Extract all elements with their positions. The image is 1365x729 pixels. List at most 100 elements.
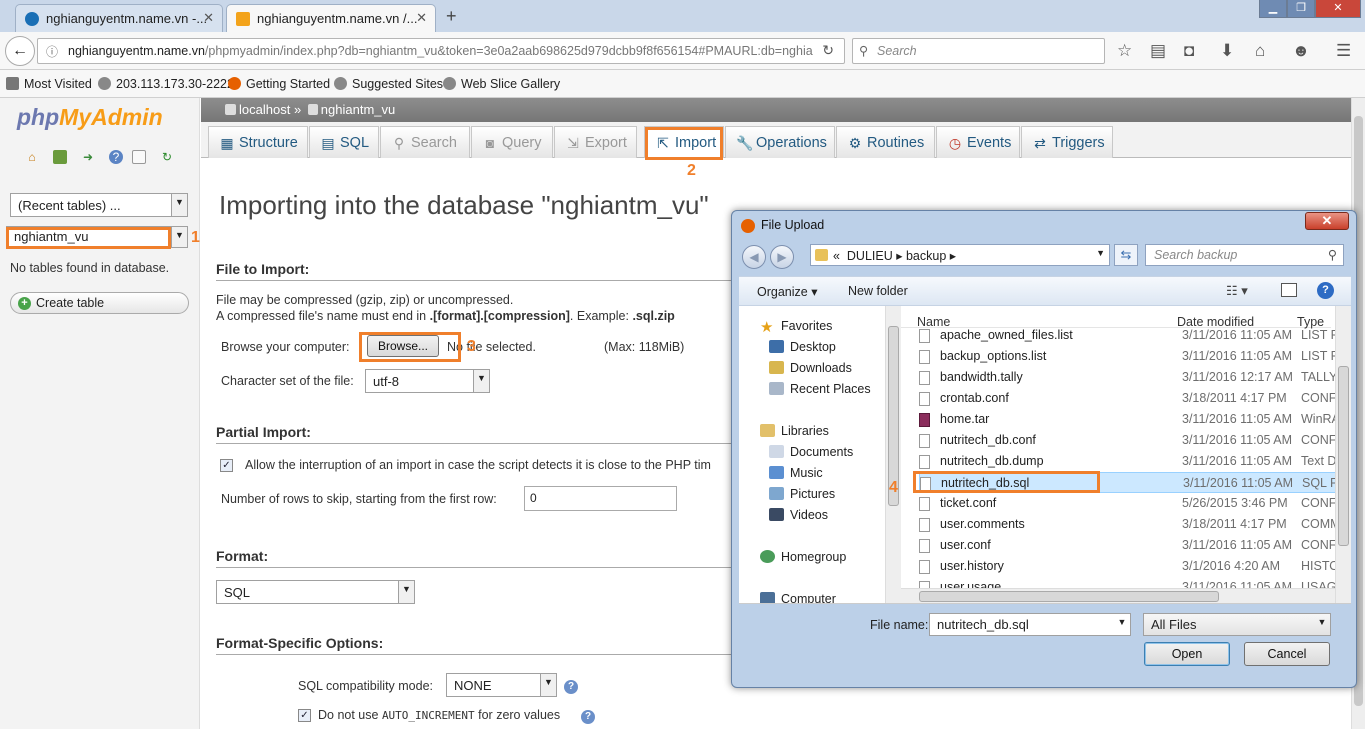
copy-icon[interactable]: [132, 150, 146, 164]
file-row[interactable]: nutritech_db.dump 3/11/2016 11:05 AM Text …: [919, 451, 1339, 472]
bookmark-star-icon[interactable]: ☆: [1117, 41, 1132, 61]
bookmark-web-slice[interactable]: Web Slice Gallery: [443, 77, 560, 91]
preview-pane-icon[interactable]: [1281, 283, 1297, 297]
allow-interrupt-checkbox[interactable]: ✓: [220, 459, 233, 472]
file-hscrollbar-thumb[interactable]: [919, 591, 1219, 602]
skip-rows-input[interactable]: 0: [524, 486, 677, 511]
docs-icon[interactable]: ?: [109, 150, 123, 164]
compat-mode-select[interactable]: NONE ▼: [446, 673, 557, 697]
nav-downloads[interactable]: Downloads: [769, 361, 852, 375]
nav-videos[interactable]: Videos: [769, 508, 828, 522]
nav-computer[interactable]: Computer: [760, 592, 836, 603]
new-folder-button[interactable]: New folder: [848, 284, 908, 298]
nav-music[interactable]: Music: [769, 466, 823, 480]
filetype-select[interactable]: All Files ▼: [1143, 613, 1331, 636]
back-icon[interactable]: ←: [5, 36, 35, 66]
file-scrollbar[interactable]: [1335, 306, 1351, 603]
path-segment-backup[interactable]: backup: [906, 249, 946, 263]
filename-input[interactable]: nutritech_db.sql ▼: [929, 613, 1131, 636]
chevron-down-icon[interactable]: ▼: [1096, 248, 1105, 258]
tab-triggers[interactable]: ⇄ Triggers: [1021, 126, 1113, 158]
file-row[interactable]: ticket.conf 5/26/2015 3:46 PM CONF: [919, 493, 1339, 514]
dialog-refresh-icon[interactable]: ⇆: [1114, 244, 1138, 266]
query-window-icon[interactable]: ➜: [81, 150, 95, 164]
maximize-icon[interactable]: ❐: [1287, 0, 1315, 18]
tab-operations[interactable]: 🔧 Operations: [725, 126, 835, 158]
charset-select[interactable]: utf-8 ▼: [365, 369, 490, 393]
chevron-down-icon[interactable]: ▼: [1114, 614, 1130, 635]
file-row[interactable]: user.conf 3/11/2016 11:05 AM CONF: [919, 535, 1339, 556]
path-segment-dulieu[interactable]: DULIEU: [847, 249, 893, 263]
nav-recent-places[interactable]: Recent Places: [769, 382, 871, 396]
file-row[interactable]: apache_owned_files.list 3/11/2016 11:05 A…: [919, 325, 1339, 346]
dialog-forward-icon[interactable]: ▶: [770, 245, 794, 269]
bookmark-most-visited[interactable]: Most Visited: [6, 77, 92, 91]
file-row[interactable]: home.tar 3/11/2016 11:05 AM WinRA: [919, 409, 1339, 430]
nav-pictures[interactable]: Pictures: [769, 487, 835, 501]
file-row[interactable]: bandwidth.tally 3/11/2016 12:17 AM TALLY: [919, 367, 1339, 388]
file-row[interactable]: crontab.conf 3/18/2011 4:17 PM CONF: [919, 388, 1339, 409]
nav-desktop[interactable]: Desktop: [769, 340, 836, 354]
smiley-icon[interactable]: ☻: [1292, 41, 1310, 61]
window-close-icon[interactable]: ✕: [1315, 0, 1361, 18]
dialog-close-icon[interactable]: ✕: [1305, 212, 1349, 230]
breadcrumb-database[interactable]: nghiantm_vu: [321, 102, 395, 117]
cancel-button[interactable]: Cancel: [1244, 642, 1330, 666]
nav-homegroup[interactable]: Homegroup: [760, 550, 846, 564]
no-auto-increment-checkbox[interactable]: ✓: [298, 709, 311, 722]
nav-documents[interactable]: Documents: [769, 445, 853, 459]
tab-structure[interactable]: ▦ Structure: [208, 126, 308, 158]
file-row[interactable]: user.comments 3/18/2011 4:17 PM COMM: [919, 514, 1339, 535]
exit-icon[interactable]: [53, 150, 67, 164]
nav-scrollbar[interactable]: [885, 306, 901, 603]
browser-search-input[interactable]: ⚲ Search: [852, 38, 1105, 64]
view-options-icon[interactable]: ☷ ▾: [1226, 283, 1248, 299]
reload-icon[interactable]: ↻: [160, 150, 174, 164]
nav-favorites[interactable]: ★ Favorites: [760, 319, 832, 335]
bookmark-suggested-sites[interactable]: Suggested Sites: [334, 77, 443, 91]
nav-libraries[interactable]: Libraries: [760, 424, 829, 438]
help-icon[interactable]: ?: [1317, 282, 1334, 299]
close-icon[interactable]: ✕: [416, 10, 427, 26]
recent-tables-select[interactable]: (Recent tables) ... ▼: [10, 193, 188, 217]
file-row[interactable]: backup_options.list 3/11/2016 11:05 AM LIS…: [919, 346, 1339, 367]
tab-export[interactable]: ⇲ Export: [554, 126, 637, 158]
file-hscrollbar[interactable]: [901, 588, 1335, 603]
close-icon[interactable]: ✕: [203, 10, 214, 26]
menu-icon[interactable]: ☰: [1336, 41, 1351, 61]
reading-list-icon[interactable]: ▤: [1150, 41, 1166, 61]
bookmark-getting-started[interactable]: Getting Started: [228, 77, 330, 91]
new-tab-icon[interactable]: +: [446, 6, 457, 27]
tab-routines[interactable]: ⚙ Routines: [836, 126, 935, 158]
help-icon[interactable]: ?: [564, 680, 578, 694]
browser-tab-2[interactable]: nghianguyentm.name.vn /... ✕: [226, 4, 436, 32]
minimize-icon[interactable]: ▁: [1259, 0, 1287, 18]
tab-query[interactable]: ◙ Query: [471, 126, 553, 158]
file-row[interactable]: nutritech_db.conf 3/11/2016 11:05 AM CONF: [919, 430, 1339, 451]
dialog-address-bar[interactable]: « DULIEU ▸ backup ▸ ▼: [810, 244, 1110, 266]
file-row[interactable]: user.history 3/1/2016 4:20 AM HISTO: [919, 556, 1339, 577]
open-button[interactable]: Open: [1144, 642, 1230, 666]
organize-button[interactable]: Organize ▾: [757, 284, 817, 299]
help-icon[interactable]: ?: [581, 710, 595, 724]
path-overflow[interactable]: «: [833, 249, 840, 263]
reload-icon[interactable]: ↻: [822, 42, 834, 59]
phpmyadmin-logo[interactable]: phpMyAdmin: [17, 104, 163, 131]
browser-tab-1[interactable]: nghianguyentm.name.vn -... ✕: [15, 4, 223, 32]
info-icon[interactable]: ⓘ: [46, 43, 58, 60]
download-icon[interactable]: ⬇: [1220, 41, 1234, 61]
bookmark-ip[interactable]: 203.113.173.30-2222: [98, 77, 234, 91]
tab-search[interactable]: ⚲ Search: [380, 126, 470, 158]
tab-sql[interactable]: ▤ SQL: [309, 126, 379, 158]
home-icon[interactable]: ⌂: [1255, 41, 1265, 61]
tab-events[interactable]: ◷ Events: [936, 126, 1020, 158]
pocket-icon[interactable]: ◘: [1184, 41, 1194, 61]
breadcrumb-server[interactable]: localhost: [239, 102, 290, 117]
create-table-button[interactable]: + Create table: [10, 292, 189, 314]
file-scrollbar-thumb[interactable]: [1338, 366, 1349, 546]
home-icon[interactable]: ⌂: [25, 150, 39, 164]
format-select[interactable]: SQL ▼: [216, 580, 415, 604]
dialog-search-input[interactable]: Search backup ⚲: [1145, 244, 1344, 266]
dialog-back-icon[interactable]: ◀: [742, 245, 766, 269]
url-bar[interactable]: ⓘ nghianguyentm.name.vn/phpmyadmin/index…: [37, 38, 845, 64]
